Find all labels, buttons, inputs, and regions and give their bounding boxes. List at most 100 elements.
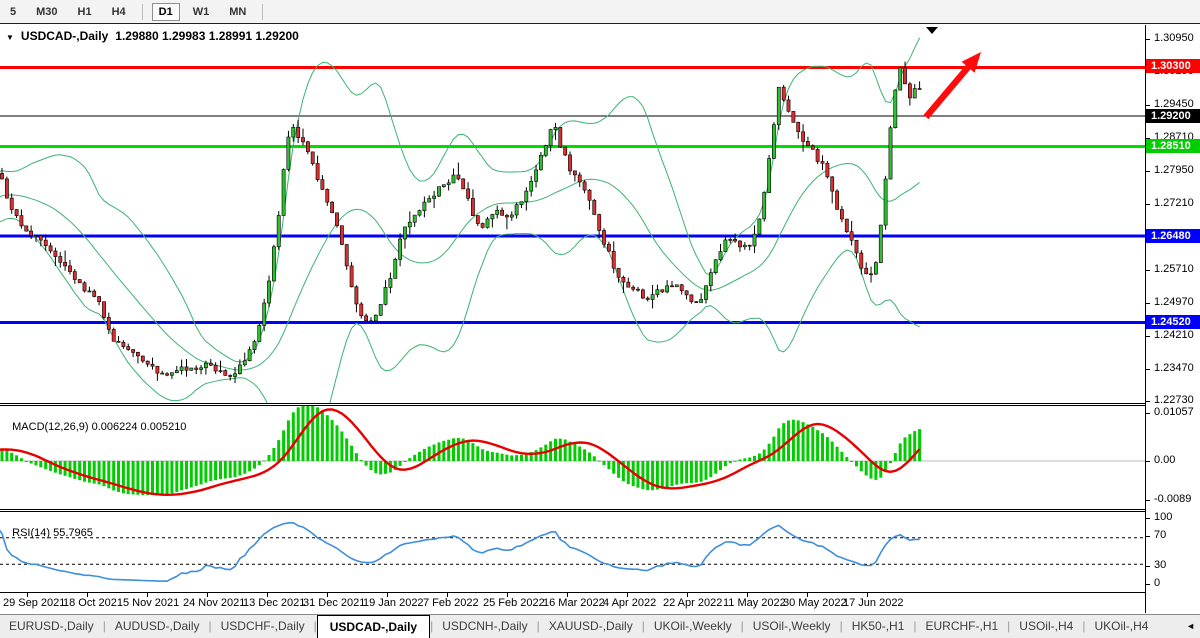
date-label: 25 Feb 2022	[483, 597, 545, 609]
candle-body	[287, 137, 290, 169]
axis-tick-mark	[1146, 401, 1150, 402]
candle-body	[612, 251, 615, 268]
tab-usdcad-daily[interactable]: USDCAD-,Daily	[317, 615, 430, 638]
candle-body	[879, 225, 882, 263]
candle-body	[768, 159, 771, 193]
tab-audusd-daily[interactable]: AUDUSD-,Daily	[106, 615, 209, 638]
rsi-indicator-panel[interactable]	[0, 512, 1145, 592]
time-axis[interactable]: 29 Sep 202118 Oct 20215 Nov 202124 Nov 2…	[0, 593, 1145, 613]
candle-body	[73, 272, 76, 280]
candle-body	[826, 163, 829, 177]
macd-histogram-bar	[170, 461, 173, 493]
candle-body	[836, 191, 839, 209]
macd-histogram-bar	[505, 455, 508, 461]
price-tag: 1.24520	[1146, 315, 1200, 329]
macd-histogram-bar	[413, 455, 416, 461]
candle-body	[345, 245, 348, 266]
candle-body	[806, 141, 809, 146]
candle-body	[831, 177, 834, 191]
date-label: 29 Sep 2021	[3, 597, 65, 609]
tab-scroll-left-icon[interactable]: ◄	[1186, 621, 1195, 631]
macd-histogram-bar	[258, 461, 261, 465]
tab-eurusd-daily[interactable]: EURUSD-,Daily	[0, 615, 103, 638]
axis-tick-mark	[1146, 204, 1150, 205]
macd-histogram-bar	[709, 461, 712, 477]
candle-body	[690, 295, 693, 302]
timeframe-button-h4[interactable]: H4	[105, 3, 133, 21]
chart-dropdown-icon[interactable]: ▼	[6, 33, 14, 42]
timeframe-button-d1[interactable]: D1	[152, 3, 180, 21]
candle-body	[277, 216, 280, 247]
price-axis[interactable]: 1.309501.301901.294501.287101.279501.272…	[1145, 25, 1200, 613]
macd-histogram-bar	[234, 461, 237, 477]
date-label: 13 Dec 2021	[243, 597, 305, 609]
tab-usoil-weekly[interactable]: USOil-,Weekly	[744, 615, 840, 638]
candle-body	[530, 181, 533, 191]
price-axis-label: 1.25710	[1154, 263, 1194, 275]
candle-body	[413, 215, 416, 222]
price-axis-label: 1.27950	[1154, 164, 1194, 176]
candle-body	[646, 298, 649, 299]
candle-body	[161, 373, 164, 374]
macd-histogram-bar	[782, 423, 785, 461]
macd-histogram-bar	[772, 437, 775, 461]
candle-body	[496, 210, 499, 214]
candle-body	[224, 371, 227, 376]
tab-usoil-h4[interactable]: USOil-,H4	[1010, 615, 1082, 638]
price-axis-label: 30	[1154, 559, 1166, 571]
candle-body	[54, 251, 57, 257]
timeframe-button-m30[interactable]: M30	[29, 3, 64, 21]
macd-histogram-bar	[83, 461, 86, 482]
tab-hk50-h1[interactable]: HK50-,H1	[843, 615, 914, 638]
macd-histogram-bar	[78, 461, 81, 480]
macd-histogram-bar	[593, 456, 596, 461]
macd-histogram-bar	[209, 461, 212, 481]
macd-histogram-bar	[753, 456, 756, 461]
date-label: 22 Apr 2022	[663, 597, 722, 609]
candle-body	[578, 175, 581, 182]
tab-xauusd-daily[interactable]: XAUUSD-,Daily	[540, 615, 642, 638]
candle-body	[704, 286, 707, 300]
candle-body	[481, 224, 484, 228]
candle-body	[501, 210, 504, 215]
candle-body	[447, 183, 450, 185]
candle-body	[763, 193, 766, 219]
timeframe-button-mn[interactable]: MN	[222, 3, 253, 21]
macd-histogram-bar	[641, 461, 644, 489]
macd-histogram-bar	[675, 461, 678, 485]
macd-histogram-bar	[850, 461, 853, 462]
macd-histogram-bar	[54, 461, 57, 473]
axis-tick-mark	[1146, 518, 1150, 519]
candle-body	[49, 246, 52, 251]
chart-shift-marker-icon[interactable]	[926, 27, 938, 34]
macd-histogram-bar	[243, 461, 246, 474]
candle-body	[136, 352, 139, 356]
candle-body	[166, 374, 169, 375]
macd-histogram-bar	[705, 461, 708, 480]
candle-body	[185, 367, 188, 370]
candle-body	[632, 287, 635, 289]
macd-histogram-bar	[423, 449, 426, 461]
timeframe-button-w1[interactable]: W1	[186, 3, 217, 21]
candle-body	[860, 253, 863, 268]
tab-usdchf-daily[interactable]: USDCHF-,Daily	[212, 615, 314, 638]
timeframe-button-5[interactable]: 5	[3, 3, 23, 21]
candle-body	[491, 214, 494, 219]
candle-body	[403, 227, 406, 239]
candle-body	[908, 84, 911, 98]
candle-body	[384, 287, 387, 304]
macd-histogram-bar	[452, 438, 455, 461]
macd-histogram-bar	[535, 450, 538, 461]
tab-usdcnh-daily[interactable]: USDCNH-,Daily	[433, 615, 536, 638]
candle-body	[539, 155, 542, 170]
candle-body	[564, 147, 567, 155]
trend-arrow[interactable]	[924, 52, 981, 119]
candle-body	[122, 342, 125, 346]
timeframe-button-h1[interactable]: H1	[71, 3, 99, 21]
tab-ukoil-h4[interactable]: UKOil-,H4	[1085, 615, 1157, 638]
candle-body	[462, 179, 465, 189]
main-price-chart[interactable]	[0, 25, 1145, 403]
tab-ukoil-weekly[interactable]: UKOil-,Weekly	[645, 615, 741, 638]
macd-histogram-bar	[238, 461, 241, 476]
tab-eurchf-h1[interactable]: EURCHF-,H1	[917, 615, 1008, 638]
